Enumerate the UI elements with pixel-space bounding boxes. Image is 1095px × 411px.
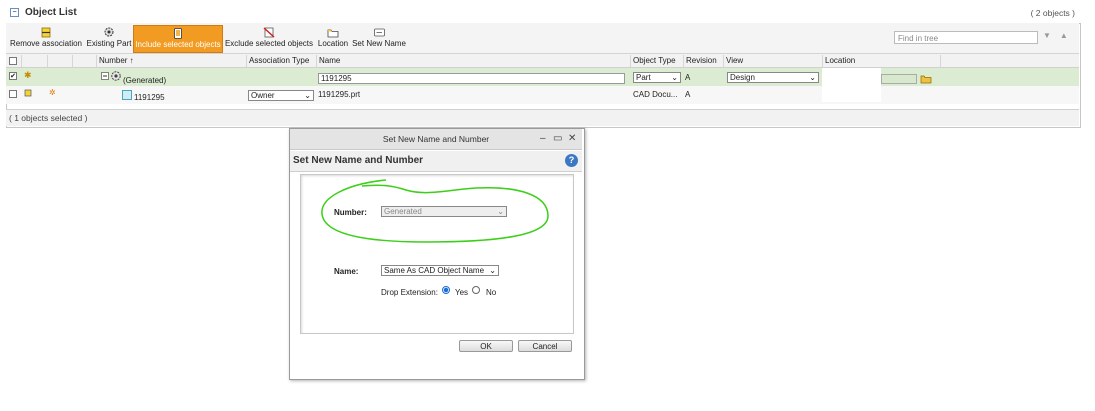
collapse-icon[interactable]: − bbox=[10, 8, 19, 17]
location-popup bbox=[822, 68, 881, 102]
gear-icon bbox=[103, 26, 115, 38]
header-view[interactable]: View bbox=[723, 55, 822, 67]
chevron-down-icon: ⌄ bbox=[304, 90, 311, 100]
cancel-button[interactable]: Cancel bbox=[518, 340, 572, 352]
find-in-tree-input[interactable]: Find in tree bbox=[894, 31, 1038, 44]
row-revision: A bbox=[685, 73, 691, 82]
header-col-spacer bbox=[72, 55, 96, 67]
object-type-select[interactable]: Part ⌄ bbox=[633, 72, 681, 83]
row-object-type: CAD Docu... bbox=[633, 90, 678, 99]
chevron-down-icon: ⌄ bbox=[489, 265, 496, 275]
rename-icon bbox=[373, 26, 386, 38]
status-icon bbox=[24, 89, 32, 99]
chevron-down-icon: ⌄ bbox=[671, 72, 678, 82]
part-gear-icon bbox=[110, 70, 122, 84]
folder-icon bbox=[327, 26, 339, 38]
row-revision: A bbox=[685, 90, 691, 99]
row-checkbox[interactable] bbox=[9, 90, 17, 98]
header-number[interactable]: Number ↑ bbox=[96, 55, 246, 67]
minimize-icon[interactable]: – bbox=[540, 129, 546, 149]
table-row[interactable] bbox=[6, 86, 1079, 104]
yes-radio[interactable] bbox=[442, 286, 450, 294]
remove-association-icon bbox=[41, 26, 51, 38]
help-icon[interactable]: ? bbox=[565, 154, 578, 167]
header-col-icon bbox=[47, 55, 72, 67]
existing-part-button[interactable]: Existing Part bbox=[85, 25, 133, 52]
view-select[interactable]: Design ⌄ bbox=[727, 72, 819, 83]
object-count: ( 2 objects ) bbox=[1030, 8, 1075, 18]
header-location[interactable]: Location bbox=[822, 55, 940, 67]
chevron-down-icon: ⌄ bbox=[809, 72, 816, 82]
header-revision[interactable]: Revision bbox=[683, 55, 723, 67]
maximize-icon[interactable]: ▭ bbox=[553, 129, 562, 149]
yes-radio-label: Yes bbox=[455, 288, 469, 297]
location-button[interactable]: Location bbox=[316, 25, 350, 52]
set-new-name-button[interactable]: Set New Name bbox=[351, 25, 407, 52]
no-radio[interactable] bbox=[472, 286, 480, 294]
no-radio-label: No bbox=[486, 288, 497, 297]
drop-extension-label: Drop Extension: bbox=[381, 288, 438, 297]
dialog-header-title: Set New Name and Number bbox=[293, 155, 424, 166]
ok-button[interactable]: OK bbox=[459, 340, 513, 352]
name-label: Name: bbox=[334, 267, 359, 276]
new-object-icon: ✱ bbox=[24, 70, 32, 80]
object-list-header: − Object List bbox=[10, 7, 77, 18]
green-annotation-circle bbox=[321, 179, 549, 243]
location-field[interactable] bbox=[881, 74, 917, 84]
cad-document-icon bbox=[122, 90, 132, 102]
selection-status: ( 1 objects selected ) bbox=[6, 109, 1079, 126]
row-number: (Generated) bbox=[123, 76, 167, 85]
row-name: 1191295.prt bbox=[318, 90, 361, 99]
header-col-extra bbox=[940, 55, 1079, 67]
association-type-select[interactable]: Owner ⌄ bbox=[248, 90, 314, 101]
header-object-type[interactable]: Object Type bbox=[630, 55, 683, 67]
header-col-status bbox=[21, 55, 47, 67]
browse-folder-icon[interactable] bbox=[920, 74, 932, 86]
header-association-type[interactable]: Association Type bbox=[246, 55, 316, 67]
select-all-checkbox[interactable] bbox=[9, 57, 17, 65]
dialog-window-title: Set New Name and Number bbox=[382, 134, 490, 144]
name-select[interactable]: Same As CAD Object Name ⌄ bbox=[381, 265, 499, 276]
tree-collapse-icon[interactable] bbox=[101, 72, 109, 82]
header-name[interactable]: Name bbox=[316, 55, 630, 67]
include-icon bbox=[173, 27, 183, 39]
name-input[interactable]: 1191295 bbox=[318, 73, 625, 84]
remove-association-button[interactable]: Remove association bbox=[8, 25, 84, 52]
row-number: 1191295 bbox=[134, 93, 165, 102]
exclude-icon bbox=[263, 26, 275, 38]
modified-icon: ✲ bbox=[49, 88, 56, 97]
close-icon[interactable]: ✕ bbox=[568, 129, 576, 149]
panel-title: Object List bbox=[25, 7, 77, 18]
exclude-selected-objects-button[interactable]: Exclude selected objects bbox=[224, 25, 314, 52]
include-selected-objects-button[interactable]: Include selected objects bbox=[133, 25, 223, 53]
row-checkbox[interactable]: ✔ bbox=[9, 72, 17, 80]
find-navigation-arrows[interactable]: ▼▲ bbox=[1043, 31, 1077, 40]
